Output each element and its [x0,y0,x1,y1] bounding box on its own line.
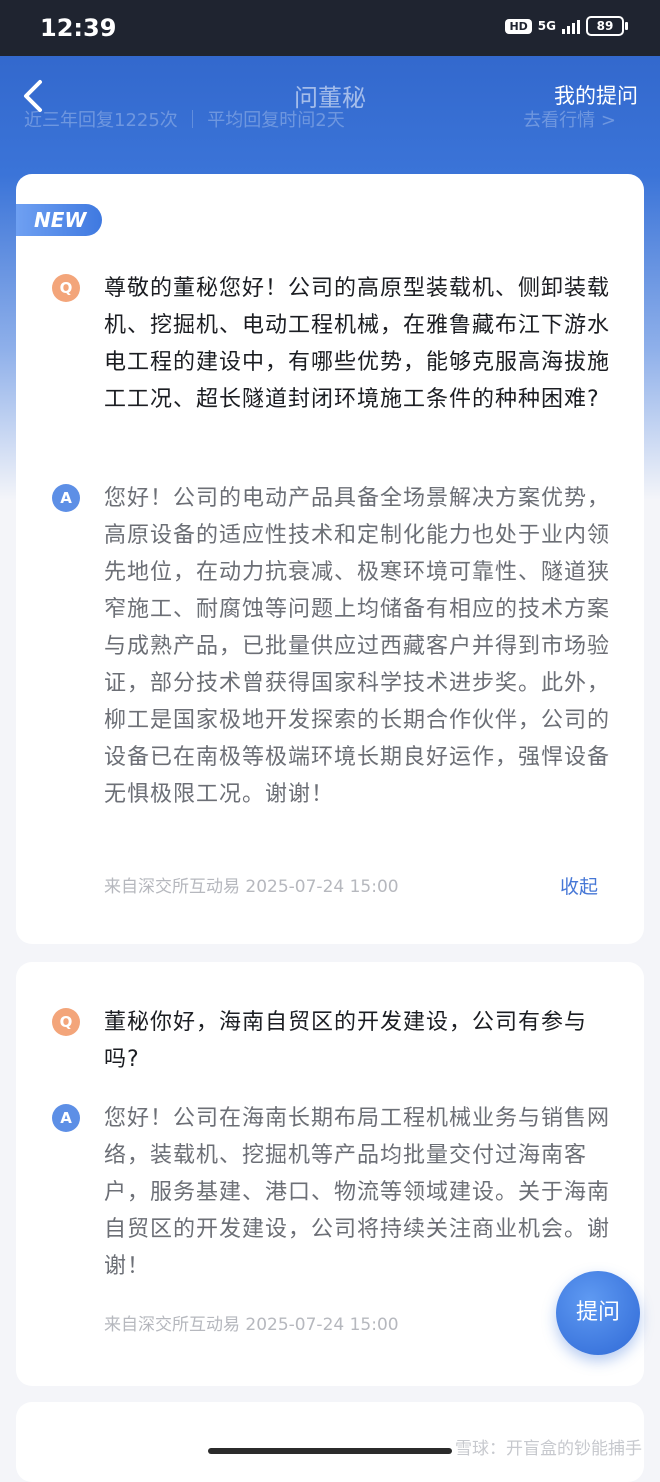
network-type: 5G [537,19,556,33]
question-block: Q 尊敬的董秘您好！公司的高原型装载机、侧卸装载机、挖掘机、电动工程机械，在雅鲁… [52,270,612,418]
nav-bar: 问董秘 我的提问 近三年回复1225次 ｜ 平均回复时间2天 去看行情 > [0,56,660,136]
collapse-button[interactable]: 收起 [560,872,598,899]
answer-block: A 您好！公司的电动产品具备全场景解决方案优势，高原设备的适应性技术和定制化能力… [52,480,612,813]
market-link[interactable]: 去看行情 > [523,106,616,132]
answer-block: A 您好！公司在海南长期布局工程机械业务与销售网络，装载机、挖掘机等产品均批量交… [52,1100,612,1285]
hd-icon: HD [505,18,532,34]
new-badge: NEW [16,204,102,236]
source-line: 来自深交所互动易 2025-07-24 15:00 [104,1315,399,1335]
answer-icon: A [52,484,80,512]
status-time: 12:39 [40,14,117,42]
watermark: 雪球：开盲盒的钞能捕手 [455,1439,642,1459]
answer-icon: A [52,1104,80,1132]
qa-card: NEW Q 尊敬的董秘您好！公司的高原型装载机、侧卸装载机、挖掘机、电动工程机械… [16,174,644,944]
reply-stats: 近三年回复1225次 ｜ 平均回复时间2天 [24,110,345,131]
status-bar: 12:39 HD 5G 89 [0,0,660,56]
question-icon: Q [52,1008,80,1036]
signal-icon [562,18,580,34]
question-icon: Q [52,274,80,302]
answer-text: 您好！公司在海南长期布局工程机械业务与销售网络，装载机、挖掘机等产品均批量交付过… [104,1106,611,1279]
answer-text: 您好！公司的电动产品具备全场景解决方案优势，高原设备的适应性技术和定制化能力也处… [104,486,611,807]
question-block: Q 董秘你好，海南自贸区的开发建设，公司有参与吗? [52,1004,612,1078]
qa-card: Q 董秘你好，海南自贸区的开发建设，公司有参与吗? A 您好！公司在海南长期布局… [16,962,644,1386]
source-line: 来自深交所互动易 2025-07-24 15:00 [104,877,399,897]
battery-icon: 89 [586,16,628,36]
question-text: 董秘你好，海南自贸区的开发建设，公司有参与吗? [104,1010,588,1072]
ask-question-button[interactable]: 提问 [556,1271,640,1355]
home-indicator[interactable] [208,1448,452,1454]
status-icons: HD 5G 89 [505,16,628,36]
question-text: 尊敬的董秘您好！公司的高原型装载机、侧卸装载机、挖掘机、电动工程机械，在雅鲁藏布… [104,276,611,412]
